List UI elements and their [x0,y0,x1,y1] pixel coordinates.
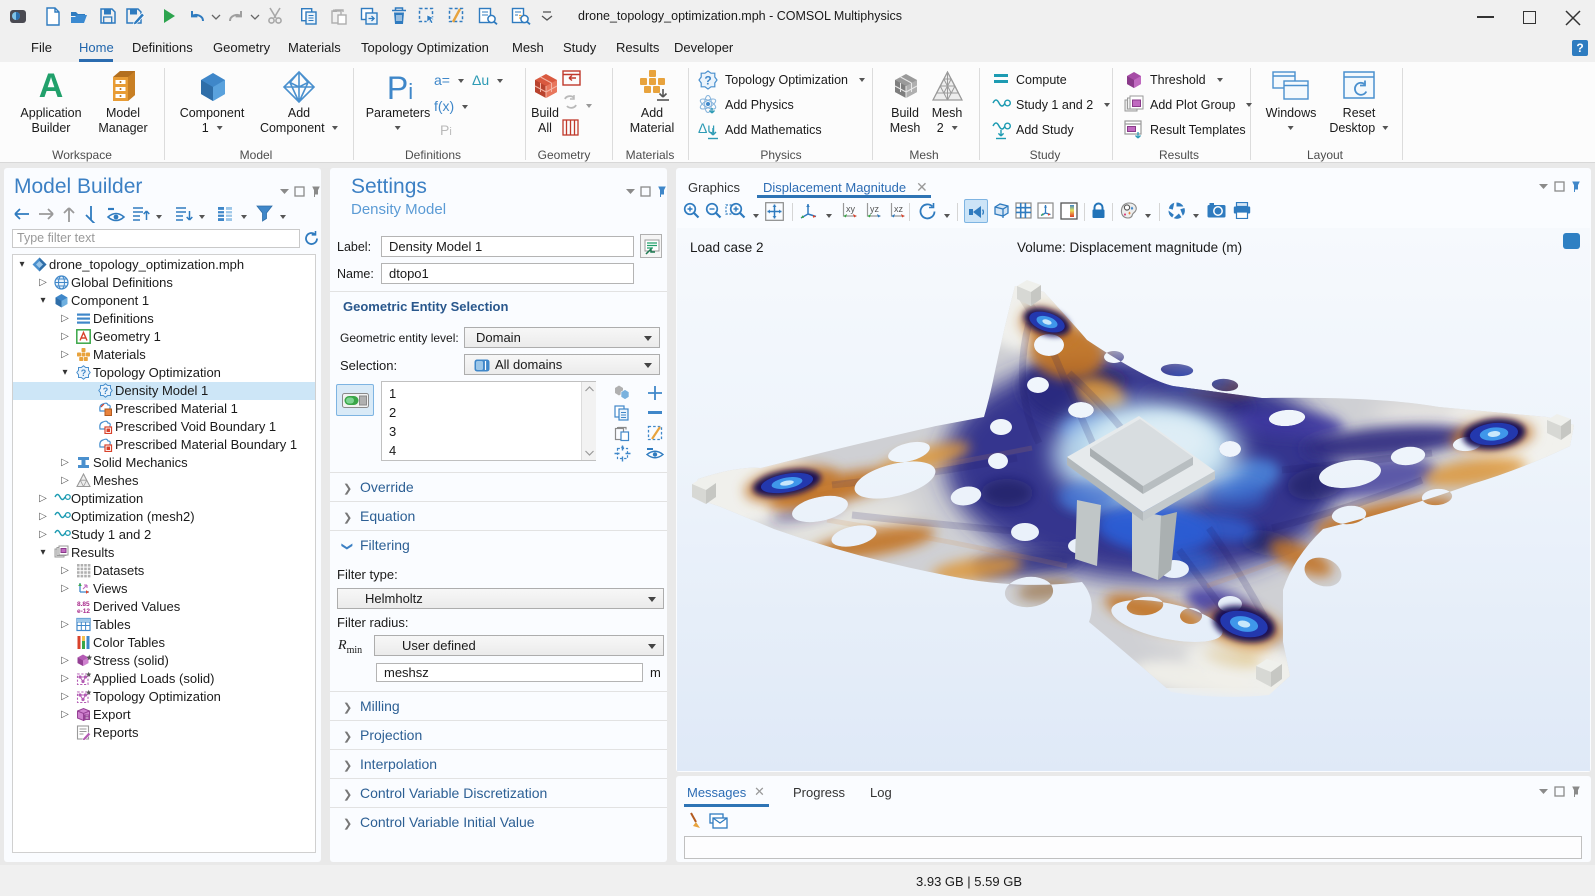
svg-text:?: ? [81,368,87,378]
svg-text:xz: xz [894,204,904,214]
svg-text:xy: xy [846,204,856,214]
svg-text:e-12: e-12 [77,608,90,614]
svg-text:?: ? [704,74,711,88]
svg-text:yz: yz [870,204,880,214]
svg-text:?: ? [103,386,109,396]
svg-text:8.85: 8.85 [77,601,90,608]
